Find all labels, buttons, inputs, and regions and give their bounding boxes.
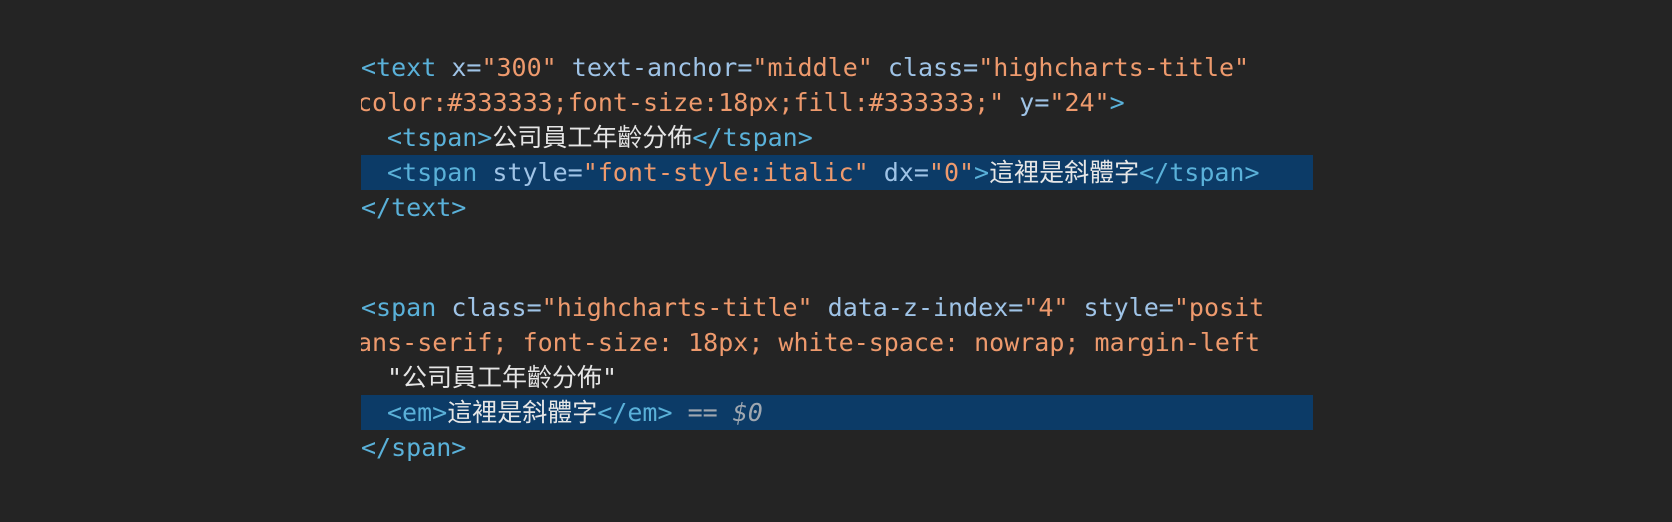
attr-value: ans-serif; font-size: 18px; white-space:… <box>361 328 1261 357</box>
code-line-tspan-italic-selected[interactable]: <tspan style="font-style:italic" dx="0">… <box>361 155 1313 190</box>
svg-title-code-block: <text x="300" text-anchor="middle" class… <box>361 50 1313 225</box>
tag-open: <em> <box>387 398 448 427</box>
tag-close: </tspan> <box>692 123 813 152</box>
attr-value: "font-style:italic" <box>582 158 869 187</box>
text-node: 公司員工年齡分佈 <box>492 123 693 152</box>
code-line-span-close[interactable]: </span> <box>361 430 1313 465</box>
code-line-text-close[interactable]: </text> <box>361 190 1313 225</box>
attr-value: color:#333333;font-size:18px;fill:#33333… <box>361 88 1005 117</box>
attr-value: "300" <box>481 53 557 82</box>
attr-value: "highcharts-title" <box>978 53 1250 82</box>
code-line-text-style[interactable]: color:#333333;font-size:18px;fill:#33333… <box>361 85 1313 120</box>
attr-name: class= <box>451 293 542 322</box>
tag-close: </tspan> <box>1139 158 1260 187</box>
code-line-span-open[interactable]: <span class="highcharts-title" data-z-in… <box>361 290 1313 325</box>
tag-close-bracket: > <box>974 158 990 187</box>
attr-value: "posit <box>1173 293 1265 322</box>
code-line-text-node[interactable]: "公司員工年齡分佈" <box>361 360 1313 395</box>
devtools-elements-panel: <text x="300" text-anchor="middle" class… <box>0 0 1672 522</box>
attr-name: x= <box>451 53 482 82</box>
attr-name: style= <box>492 158 583 187</box>
tag-open: <span <box>361 293 437 322</box>
attr-name: text-anchor= <box>571 53 753 82</box>
attr-value: "24" <box>1049 88 1110 117</box>
code-line-text-open[interactable]: <text x="300" text-anchor="middle" class… <box>361 50 1313 85</box>
code-line-span-style[interactable]: ans-serif; font-size: 18px; white-space:… <box>361 325 1313 360</box>
text-node: 這裡是斜體字 <box>989 158 1140 187</box>
attr-name: dx= <box>883 158 929 187</box>
html-title-code-block: <span class="highcharts-title" data-z-in… <box>361 290 1313 465</box>
attr-value: "0" <box>928 158 975 187</box>
code-line-em-selected[interactable]: <em>這裡是斜體字</em> == $0 <box>361 395 1313 430</box>
selected-node-marker: == <box>687 398 718 427</box>
tag-close: </em> <box>597 398 673 427</box>
tag-close: </text> <box>361 193 467 222</box>
attr-value: "middle" <box>752 53 873 82</box>
console-reference: $0 <box>732 398 763 427</box>
tag-open: <text <box>361 53 437 82</box>
code-line-tspan-title[interactable]: <tspan>公司員工年齡分佈</tspan> <box>361 120 1313 155</box>
attr-name: data-z-index= <box>827 293 1024 322</box>
text-node: 這裡是斜體字 <box>447 398 598 427</box>
attr-value: "4" <box>1023 293 1069 322</box>
tag-close: </span> <box>361 433 467 462</box>
tag-open: <tspan> <box>387 123 493 152</box>
attr-name: style= <box>1083 293 1174 322</box>
tag-open: <tspan <box>387 158 478 187</box>
attr-value: "highcharts-title" <box>541 293 813 322</box>
text-node: "公司員工年齡分佈" <box>387 363 618 392</box>
attr-name: y= <box>1019 88 1050 117</box>
attr-name: class= <box>887 53 979 82</box>
tag-close-bracket: > <box>1109 88 1125 117</box>
